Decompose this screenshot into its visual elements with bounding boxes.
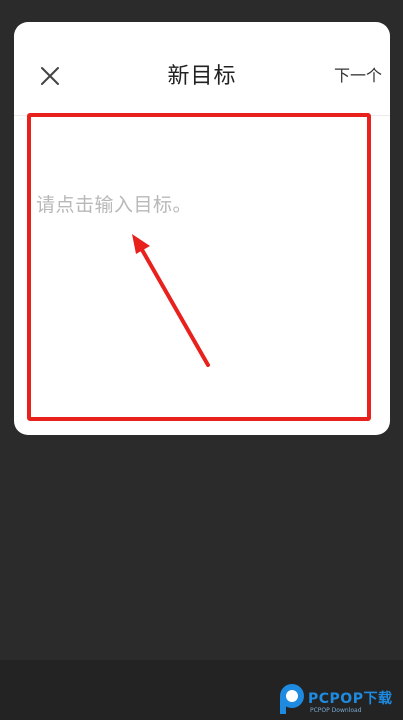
goal-input[interactable] xyxy=(36,142,366,202)
new-goal-modal: 新目标 下一个 请点击输入目标。 xyxy=(14,22,390,435)
watermark-brand: PCPOP下载 xyxy=(308,691,393,707)
next-button[interactable]: 下一个 xyxy=(334,62,382,86)
modal-header: 新目标 下一个 xyxy=(14,22,390,116)
watermark-subtext: PCPOP Download xyxy=(310,707,362,714)
pcpop-logo-icon xyxy=(280,684,304,714)
watermark: PCPOP下载 PCPOP Download xyxy=(278,680,403,720)
app-screen: 新目标 下一个 请点击输入目标。 PCPOP下载 PCPOP Download xyxy=(0,0,403,720)
header-divider xyxy=(14,115,390,116)
